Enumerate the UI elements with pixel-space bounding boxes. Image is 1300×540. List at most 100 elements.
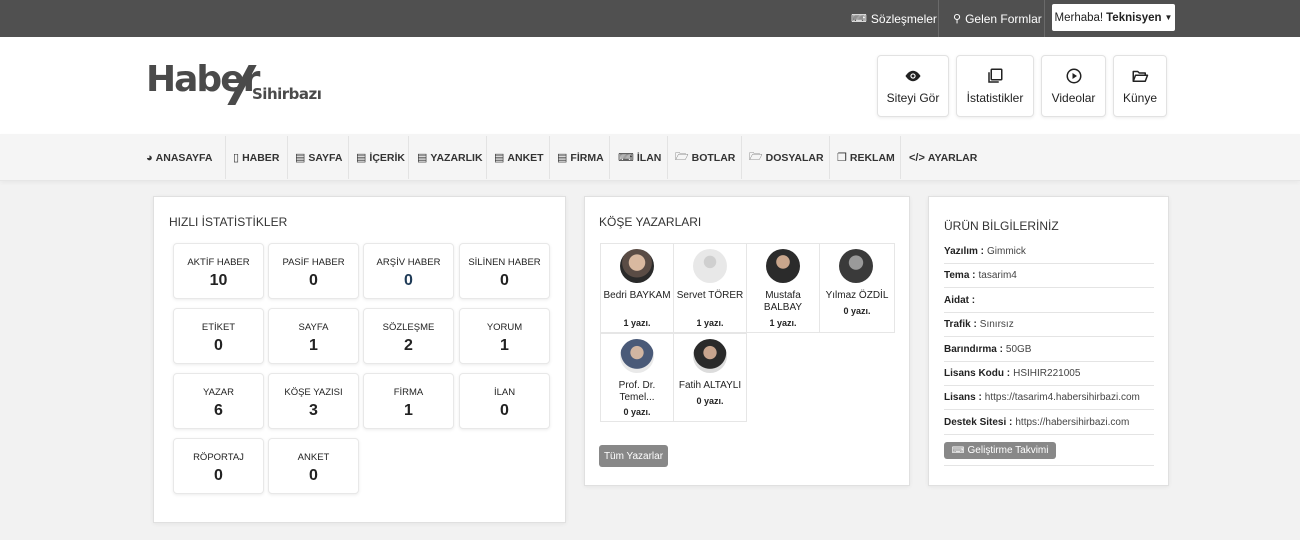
caret-down-icon: ▼: [1164, 13, 1173, 22]
nav-item-icerik[interactable]: ▤ İÇERİK: [356, 134, 405, 181]
statistics-button[interactable]: İstatistikler: [956, 55, 1034, 117]
stat-value: 10: [209, 272, 228, 289]
info-key: Aidat :: [944, 295, 976, 306]
nav-label: YAZARLIK: [430, 151, 483, 164]
nav-item-reklam[interactable]: ❐ REKLAM: [837, 134, 895, 181]
stat-card[interactable]: YORUM 1: [459, 308, 550, 364]
stat-card[interactable]: ARŞİV HABER 0: [363, 243, 454, 299]
stat-value: 2: [404, 337, 413, 354]
divider: [408, 136, 409, 179]
info-key: Trafik :: [944, 319, 977, 330]
avatar: [620, 339, 654, 373]
author-card[interactable]: Mustafa BALBAY 1 yazı.: [746, 243, 820, 333]
stat-label: FİRMA: [393, 387, 424, 398]
dev-calendar-label: Geliştirme Takvimi: [967, 445, 1049, 456]
stat-value: 0: [500, 272, 509, 289]
stat-card[interactable]: PASİF HABER 0: [268, 243, 359, 299]
stat-label: ANKET: [297, 452, 330, 463]
nav-item-ilan[interactable]: ⌨ İLAN: [618, 134, 661, 181]
logo[interactable]: Haber Sihirbazı: [146, 59, 336, 109]
file-text-icon: ▤: [295, 152, 306, 164]
author-name: Servet TÖRER: [676, 290, 744, 301]
stat-value: 0: [214, 337, 223, 354]
copy-icon: ❐: [837, 152, 847, 164]
divider: [938, 0, 939, 37]
stat-label: İLAN: [493, 387, 516, 398]
info-key: Barındırma :: [944, 344, 1003, 355]
nav-item-haber[interactable]: ▯ HABER: [233, 134, 279, 181]
author-count: 1 yazı.: [623, 318, 651, 328]
videos-button[interactable]: Videolar: [1041, 55, 1106, 117]
author-count: 0 yazı.: [623, 407, 651, 417]
user-name: Teknisyen: [1106, 11, 1162, 24]
stat-card[interactable]: SAYFA 1: [268, 308, 359, 364]
info-key: Tema :: [944, 270, 976, 281]
avatar: [766, 249, 800, 283]
stat-value: 1: [404, 402, 413, 419]
divider: [1044, 0, 1045, 37]
keyboard-icon: ⌨: [618, 152, 634, 164]
divider: [225, 136, 226, 179]
panel-title: HIZLI İSTATİSTİKLER: [169, 215, 288, 229]
lightbulb-icon: ⚲: [953, 13, 962, 25]
author-name: Fatih ALTAYLI: [678, 380, 742, 391]
info-row: Lisans Kodu : HSIHIR221005: [944, 362, 1154, 386]
dashboard-icon: ◕: [146, 151, 153, 164]
stat-value: 0: [309, 272, 318, 289]
nav-label: REKLAM: [849, 151, 895, 164]
stat-value: 1: [309, 337, 318, 354]
info-value: Gimmick: [987, 246, 1026, 257]
nav-label: BOTLAR: [691, 151, 736, 164]
greeting: Merhaba!: [1054, 11, 1104, 24]
stat-card[interactable]: İLAN 0: [459, 373, 550, 429]
all-authors-button[interactable]: Tüm Yazarlar: [599, 445, 668, 467]
stat-card[interactable]: SİLİNEN HABER 0: [459, 243, 550, 299]
stat-value: 0: [404, 272, 413, 289]
nav-item-dosyalar[interactable]: 🗁 DOSYALAR: [749, 134, 824, 181]
stat-card[interactable]: YAZAR 6: [173, 373, 264, 429]
divider: [667, 136, 668, 179]
stat-label: SAYFA: [298, 322, 329, 333]
nav-item-yazarlik[interactable]: ▤ YAZARLIK: [417, 134, 483, 181]
dev-calendar-button[interactable]: ⌨ Geliştirme Takvimi: [944, 442, 1056, 459]
folder-open-icon: 🗁: [749, 151, 763, 163]
imprint-button[interactable]: Künye: [1113, 55, 1167, 117]
stat-card[interactable]: KÖŞE YAZISI 3: [268, 373, 359, 429]
file-text-icon: ▤: [557, 152, 568, 164]
stat-card[interactable]: SÖZLEŞME 2: [363, 308, 454, 364]
panel-title: ÜRÜN BİLGİLERİNİZ: [944, 219, 1059, 233]
folder-open-icon: 🗁: [675, 151, 689, 163]
info-key: Destek Sitesi :: [944, 417, 1013, 428]
info-row: Destek Sitesi : https://habersihirbazi.co…: [944, 411, 1154, 435]
nav-item-sayfa[interactable]: ▤ SAYFA: [295, 134, 342, 181]
author-card[interactable]: Yılmaz ÖZDİL 0 yazı.: [819, 243, 895, 333]
nav-item-botlar[interactable]: 🗁 BOTLAR: [675, 134, 735, 181]
author-card[interactable]: Bedri BAYKAM 1 yazı.: [600, 243, 674, 333]
author-card[interactable]: Prof. Dr. Temel... 0 yazı.: [600, 333, 674, 422]
nav-item-anket[interactable]: ▤ ANKET: [494, 134, 544, 181]
stat-card[interactable]: ETİKET 0: [173, 308, 264, 364]
nav-label: HABER: [242, 151, 280, 164]
author-card[interactable]: Servet TÖRER 1 yazı.: [673, 243, 747, 333]
avatar: [693, 249, 727, 283]
stat-card[interactable]: FİRMA 1: [363, 373, 454, 429]
user-menu-button[interactable]: Merhaba! Teknisyen ▼: [1052, 4, 1175, 31]
videos-label: Videolar: [1051, 91, 1096, 105]
nav-item-anasayfa[interactable]: ◕ ANASAYFA: [146, 134, 212, 181]
stat-value: 6: [214, 402, 223, 419]
contracts-link[interactable]: ⌨ Sözleşmeler: [851, 0, 937, 37]
view-site-button[interactable]: Siteyi Gör: [877, 55, 949, 117]
forms-link[interactable]: ⚲ Gelen Formlar: [953, 0, 1042, 37]
nav-item-firma[interactable]: ▤ FİRMA: [557, 134, 604, 181]
info-row: Barındırma :50GB: [944, 338, 1154, 362]
divider: [944, 465, 1154, 466]
stat-value: 0: [309, 467, 318, 484]
author-name: Prof. Dr. Temel...: [618, 380, 656, 403]
author-card[interactable]: Fatih ALTAYLI 0 yazı.: [673, 333, 747, 422]
stat-card[interactable]: AKTİF HABER 10: [173, 243, 264, 299]
info-value: https://tasarim4.habersihirbazi.com: [984, 392, 1140, 403]
stat-card[interactable]: ANKET 0: [268, 438, 359, 494]
stat-card[interactable]: RÖPORTAJ 0: [173, 438, 264, 494]
divider: [486, 136, 487, 179]
nav-item-ayarlar[interactable]: </> AYARLAR: [909, 134, 977, 181]
